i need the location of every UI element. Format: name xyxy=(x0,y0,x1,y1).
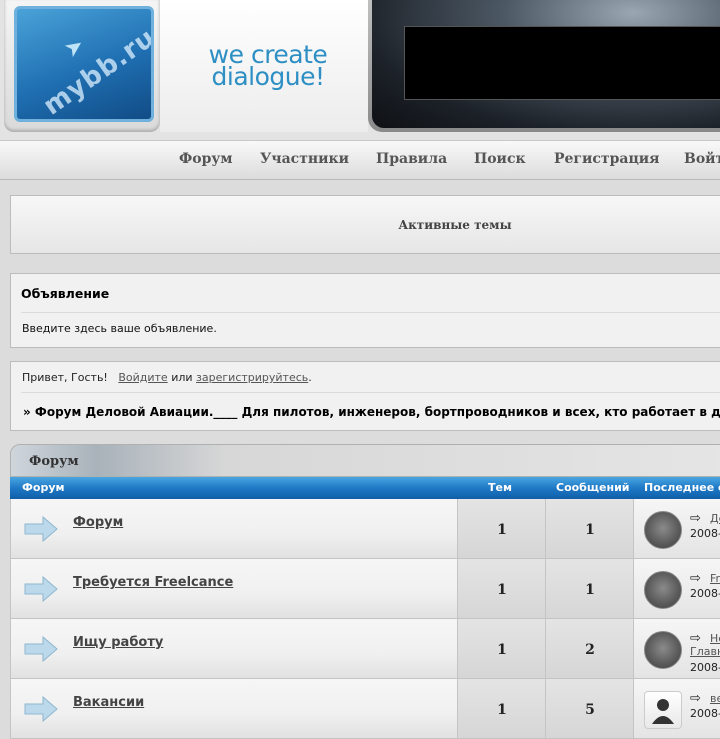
category-header: Форум xyxy=(10,444,720,477)
forum-link[interactable]: Форум xyxy=(73,515,123,530)
col-topics: Тем xyxy=(488,481,512,494)
forum-row: Вакансии 1 5 ⇨ ве 2008- xyxy=(10,679,720,739)
greeting: Привет, Гость! xyxy=(22,371,108,384)
last-post-date: 2008- xyxy=(690,661,720,674)
forum-link[interactable]: Ищу работу xyxy=(73,635,163,650)
posts-count: 1 xyxy=(545,499,634,558)
posts-count: 1 xyxy=(545,559,634,618)
last-post-forum-link[interactable]: Главн xyxy=(690,645,720,658)
divider xyxy=(21,312,720,313)
nav-search[interactable]: Поиск xyxy=(474,151,526,167)
topics-count: 1 xyxy=(457,619,546,678)
last-post-link[interactable]: ве xyxy=(710,692,720,705)
announcement-box: Объявление Введите здесь ваше объявление… xyxy=(10,273,720,348)
main-nav: Форум Участники Правила Поиск Регистраци… xyxy=(0,140,720,180)
nav-members[interactable]: Участники xyxy=(260,151,349,167)
period: . xyxy=(308,371,312,384)
banner-screen xyxy=(404,26,720,100)
topics-count: 1 xyxy=(457,679,546,738)
topics-count: 1 xyxy=(457,499,546,558)
avatar[interactable] xyxy=(644,571,682,609)
or-text: или xyxy=(171,371,193,384)
nav-login[interactable]: Войти xyxy=(684,151,720,167)
last-post-link[interactable]: Fr xyxy=(710,572,720,585)
forum-cell: Ищу работу xyxy=(11,619,457,678)
login-link[interactable]: Войдите xyxy=(118,371,167,384)
forum-arrow-icon xyxy=(24,635,58,663)
active-topics-link[interactable]: Активные темы xyxy=(11,218,720,232)
avatar[interactable] xyxy=(644,691,682,729)
goto-arrow-icon[interactable]: ⇨ xyxy=(690,691,701,706)
forum-row: Форум 1 1 ⇨ Де 2008- xyxy=(10,499,720,559)
nav-forum[interactable]: Форум xyxy=(179,151,233,167)
last-post-cell: ⇨ ве 2008- xyxy=(633,679,720,738)
table-header: Форум Тем Сообщений Последнее с xyxy=(10,477,720,499)
register-link[interactable]: зарегистрируйтесь xyxy=(196,371,308,384)
forum-arrow-icon xyxy=(24,515,58,543)
forum-category: Форум Форум Тем Сообщений Последнее с Фо… xyxy=(10,444,720,739)
announcement-text: Введите здесь ваше объявление. xyxy=(22,322,217,335)
forum-arrow-icon xyxy=(24,695,58,723)
slogan-line2: dialogue! xyxy=(211,62,326,91)
site-headline: » Форум Деловой Авиации.____ Для пилотов… xyxy=(23,405,720,419)
forum-cell: Требуется Freelcance xyxy=(11,559,457,618)
welcome-line: Привет, Гость! Войдите или зарегистрируй… xyxy=(22,371,312,384)
last-post-cell: ⇨ Fr 2008- xyxy=(633,559,720,618)
avatar[interactable] xyxy=(644,511,682,549)
col-posts: Сообщений xyxy=(556,481,630,494)
last-post-date: 2008- xyxy=(690,527,720,540)
site-header: ➤ mybb.ru we create dialogue! xyxy=(0,0,720,140)
slogan: we create dialogue! xyxy=(198,42,338,91)
category-title: Форум xyxy=(29,454,79,469)
posts-count: 2 xyxy=(545,619,634,678)
col-forum: Форум xyxy=(22,481,65,494)
banner-frame xyxy=(368,0,720,132)
active-topics-box: Активные темы xyxy=(10,195,720,254)
forum-row: Ищу работу 1 2 ⇨ Не Главн 2008- xyxy=(10,619,720,679)
goto-arrow-icon[interactable]: ⇨ xyxy=(690,511,701,526)
forum-link[interactable]: Требуется Freelcance xyxy=(73,575,233,590)
forum-arrow-icon xyxy=(24,575,58,603)
goto-arrow-icon[interactable]: ⇨ xyxy=(690,631,701,646)
user-silhouette-icon xyxy=(652,699,674,724)
nav-register[interactable]: Регистрация xyxy=(554,151,660,167)
last-post-link[interactable]: Де xyxy=(710,512,720,525)
last-post-link[interactable]: Не xyxy=(710,632,720,645)
logo-text: mybb.ru xyxy=(38,22,154,122)
forum-link[interactable]: Вакансии xyxy=(73,695,144,710)
last-post-date: 2008- xyxy=(690,707,720,720)
topics-count: 1 xyxy=(457,559,546,618)
col-last-post: Последнее с xyxy=(644,481,720,494)
goto-arrow-icon[interactable]: ⇨ xyxy=(690,571,701,586)
forum-cell: Форум xyxy=(11,499,457,558)
divider xyxy=(21,392,720,393)
site-logo[interactable]: ➤ mybb.ru xyxy=(14,6,154,122)
avatar[interactable] xyxy=(644,631,682,669)
posts-count: 5 xyxy=(545,679,634,738)
last-post-date: 2008- xyxy=(690,587,720,600)
nav-rules[interactable]: Правила xyxy=(376,151,447,167)
header-banner xyxy=(372,0,720,128)
forum-cell: Вакансии xyxy=(11,679,457,738)
welcome-box: Привет, Гость! Войдите или зарегистрируй… xyxy=(10,361,720,431)
last-post-cell: ⇨ Де 2008- xyxy=(633,499,720,558)
announcement-title: Объявление xyxy=(21,286,110,301)
forum-row: Требуется Freelcance 1 1 ⇨ Fr 2008- xyxy=(10,559,720,619)
logo-panel: ➤ mybb.ru xyxy=(4,0,160,132)
last-post-cell: ⇨ Не Главн 2008- xyxy=(633,619,720,678)
